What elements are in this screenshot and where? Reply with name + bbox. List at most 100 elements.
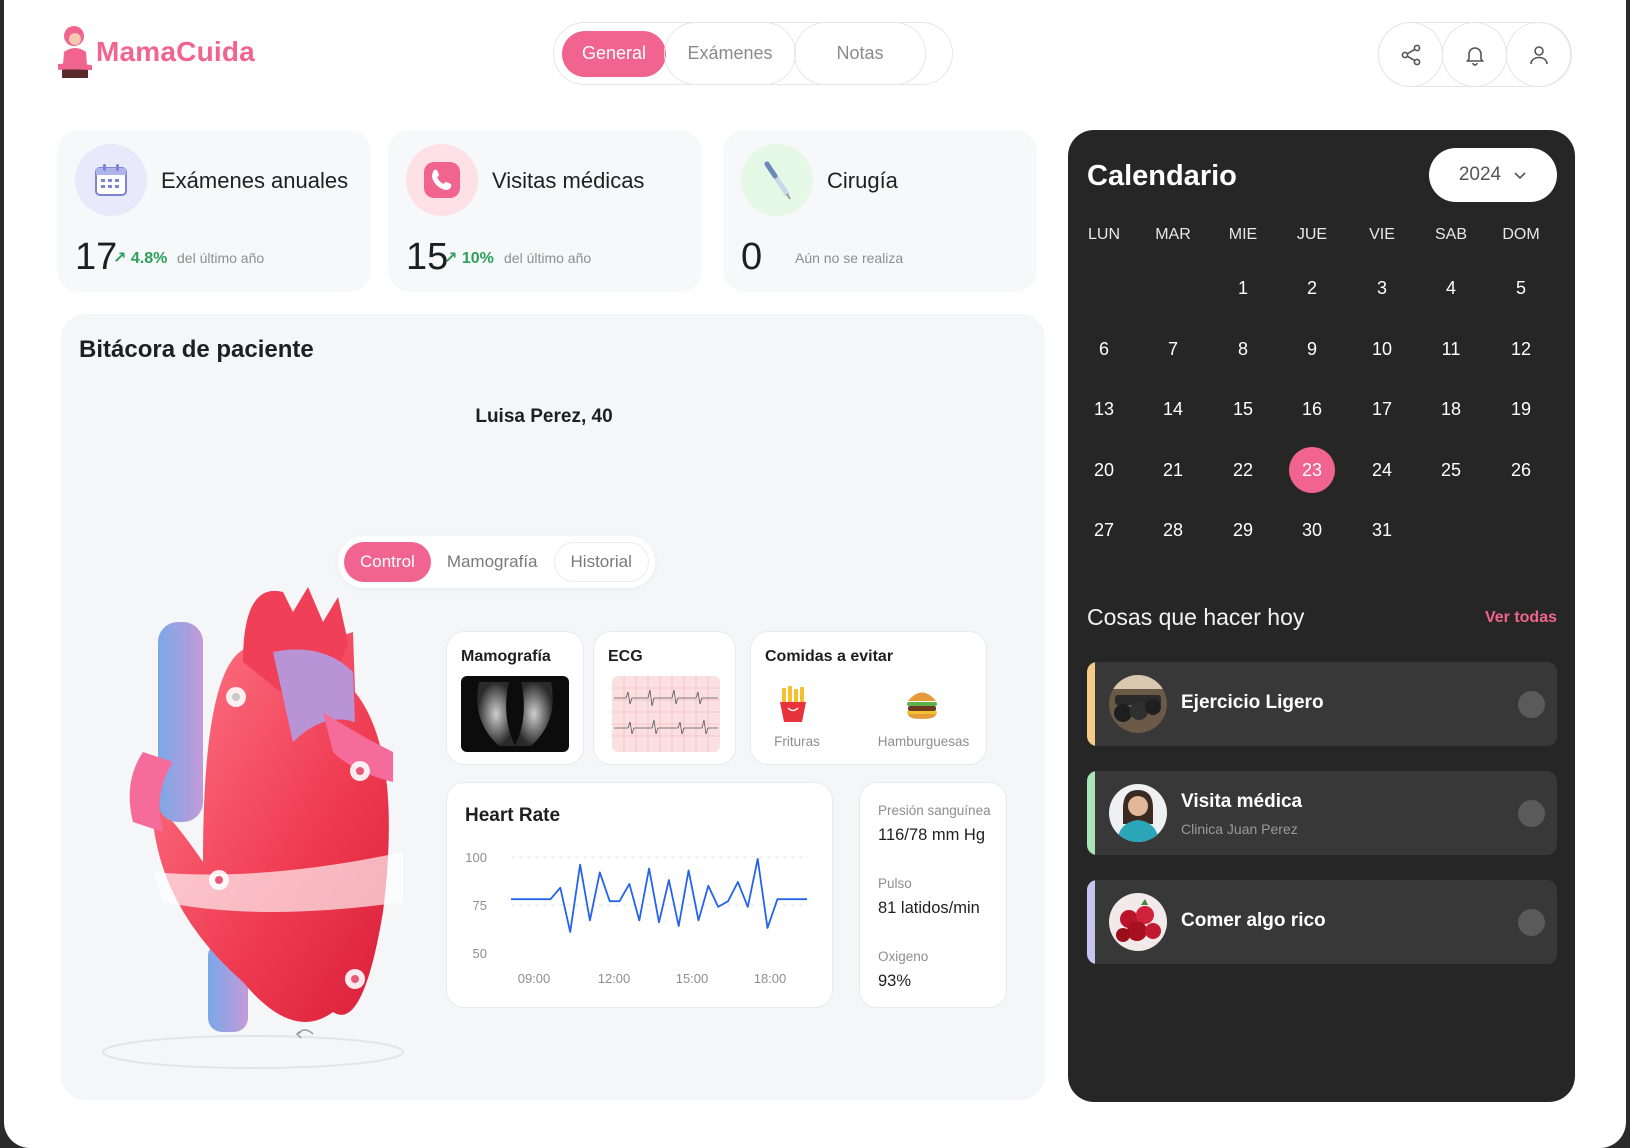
vital-label: Oxigeno xyxy=(878,949,929,964)
task-item[interactable]: Visita médica Clinica Juan Perez xyxy=(1087,771,1557,855)
calendar-day[interactable]: 3 xyxy=(1352,278,1412,299)
calendar-day[interactable]: 5 xyxy=(1491,278,1551,299)
berries-photo xyxy=(1109,893,1167,951)
year-select[interactable]: 2024 xyxy=(1429,148,1557,202)
calendar-day[interactable]: 29 xyxy=(1213,520,1273,541)
task-checkbox[interactable] xyxy=(1518,800,1545,827)
notifications-button[interactable] xyxy=(1442,22,1507,87)
task-item[interactable]: Ejercicio Ligero xyxy=(1087,662,1557,746)
calendar-day[interactable]: 14 xyxy=(1143,399,1203,420)
stat-title: Visitas médicas xyxy=(492,168,645,193)
ecg-strip-image xyxy=(612,676,720,752)
task-checkbox[interactable] xyxy=(1518,909,1545,936)
tab-examenes[interactable]: Exámenes xyxy=(664,22,796,85)
stat-trend: ↗ 4.8% xyxy=(113,250,168,267)
chevron-down-icon xyxy=(1514,172,1526,180)
app-logo[interactable]: MamaCuida xyxy=(58,22,255,82)
mamografia-card[interactable]: Mamografía xyxy=(446,631,584,765)
heart-rate-card[interactable]: Heart Rate 100 75 50 09:00 12:00 15:00 18:00 xyxy=(446,782,833,1008)
stat-card-examenes[interactable]: Exámenes anuales 17 ↗ 4.8% del último añ… xyxy=(57,130,371,292)
calendar-day[interactable]: 13 xyxy=(1074,399,1134,420)
syringe-icon xyxy=(741,144,813,216)
fries-item xyxy=(773,686,813,729)
calendar-day[interactable]: 7 xyxy=(1143,339,1203,360)
share-icon xyxy=(1401,44,1420,65)
phone-icon xyxy=(406,144,478,216)
mother-logo-icon xyxy=(58,26,92,78)
todo-title: Cosas que hacer hoy xyxy=(1087,604,1305,630)
subtab-historial[interactable]: Historial xyxy=(553,542,649,582)
calendar-day[interactable]: 25 xyxy=(1421,460,1481,481)
calendar-day[interactable]: 18 xyxy=(1421,399,1481,420)
task-name: Ejercicio Ligero xyxy=(1181,692,1324,713)
stat-note: Aún no se realiza xyxy=(795,250,904,266)
calendar-day[interactable]: 17 xyxy=(1352,399,1412,420)
task-accent xyxy=(1087,662,1095,746)
stat-note: del último año xyxy=(177,250,265,266)
vital-pulse: Pulso 81 latidos/min xyxy=(878,876,980,918)
task-item[interactable]: Comer algo rico xyxy=(1087,880,1557,964)
task-name: Comer algo rico xyxy=(1181,910,1326,931)
subtab-mamografia[interactable]: Mamografía xyxy=(431,542,554,582)
user-icon xyxy=(1529,45,1548,64)
calendar-day[interactable]: 20 xyxy=(1074,460,1134,481)
calendar-day[interactable]: 6 xyxy=(1074,339,1134,360)
task-accent xyxy=(1087,880,1095,964)
weekday-header: SAB xyxy=(1434,226,1467,243)
vital-value: 116/78 mm Hg xyxy=(878,826,985,844)
burger-icon xyxy=(907,692,937,719)
see-all-link[interactable]: Ver todas xyxy=(1485,609,1557,627)
patient-log-panel: Bitácora de paciente Luisa Perez, 40 Con… xyxy=(61,314,1045,1100)
calendar-day[interactable]: 2 xyxy=(1282,278,1342,299)
header-actions xyxy=(1378,22,1572,87)
food-label: Frituras xyxy=(774,734,820,749)
x-tick-label: 09:00 xyxy=(518,971,551,986)
heart-3d-illustration[interactable] xyxy=(93,582,433,1082)
calendar-day[interactable]: 8 xyxy=(1213,339,1273,360)
profile-button[interactable] xyxy=(1506,22,1571,87)
share-button[interactable] xyxy=(1378,22,1443,87)
stat-card-cirugia[interactable]: Cirugía 0 Aún no se realiza xyxy=(723,130,1037,292)
subtab-control[interactable]: Control xyxy=(344,542,431,582)
calendar-day[interactable]: 4 xyxy=(1421,278,1481,299)
calendar-day[interactable]: 31 xyxy=(1352,520,1412,541)
calendar-day[interactable]: 22 xyxy=(1213,460,1273,481)
burger-item xyxy=(905,688,939,725)
tab-general[interactable]: General xyxy=(562,30,666,77)
weekday-header: MIE xyxy=(1228,226,1258,243)
heart-rate-series-line xyxy=(511,858,807,933)
calendar-day[interactable]: 28 xyxy=(1143,520,1203,541)
calendar-day[interactable]: 21 xyxy=(1143,460,1203,481)
calendar-day[interactable]: 10 xyxy=(1352,339,1412,360)
y-tick-label: 50 xyxy=(473,946,487,961)
calendar-day[interactable]: 1 xyxy=(1213,278,1273,299)
vital-label: Pulso xyxy=(878,876,912,891)
calendar-day[interactable]: 11 xyxy=(1421,339,1481,360)
calendar-day-today[interactable]: 23 xyxy=(1289,446,1335,493)
tab-notas[interactable]: Notas xyxy=(794,22,926,85)
foods-to-avoid-card[interactable]: Comidas a evitar Frituras Hamburguesas xyxy=(750,631,987,765)
calendar-day[interactable]: 12 xyxy=(1491,339,1551,360)
calendar-day[interactable]: 30 xyxy=(1282,520,1342,541)
heart-rate-chart: 100 75 50 09:00 12:00 15:00 18:00 xyxy=(465,850,809,986)
x-tick-label: 15:00 xyxy=(676,971,709,986)
ecg-card[interactable]: ECG xyxy=(593,631,736,765)
weekday-header: DOM xyxy=(1502,226,1540,243)
task-subtitle: Clinica Juan Perez xyxy=(1181,821,1298,837)
calendar-day[interactable]: 15 xyxy=(1213,399,1273,420)
stat-note: del último año xyxy=(504,250,592,266)
calendar-title: Calendario xyxy=(1087,160,1237,192)
calendar-day[interactable]: 27 xyxy=(1074,520,1134,541)
x-tick-label: 18:00 xyxy=(754,971,787,986)
stat-title: Cirugía xyxy=(827,168,898,193)
stat-title: Exámenes anuales xyxy=(161,168,349,193)
calendar-day[interactable]: 9 xyxy=(1282,339,1342,360)
stat-value: 15 xyxy=(406,236,449,278)
stat-card-visitas[interactable]: Visitas médicas 15 ↗ 10% del último año xyxy=(388,130,702,292)
food-label: Hamburguesas xyxy=(877,734,970,749)
calendar-day[interactable]: 16 xyxy=(1282,399,1342,420)
task-checkbox[interactable] xyxy=(1518,691,1545,718)
calendar-day[interactable]: 26 xyxy=(1491,460,1551,481)
calendar-day[interactable]: 19 xyxy=(1491,399,1551,420)
calendar-day[interactable]: 24 xyxy=(1352,460,1412,481)
